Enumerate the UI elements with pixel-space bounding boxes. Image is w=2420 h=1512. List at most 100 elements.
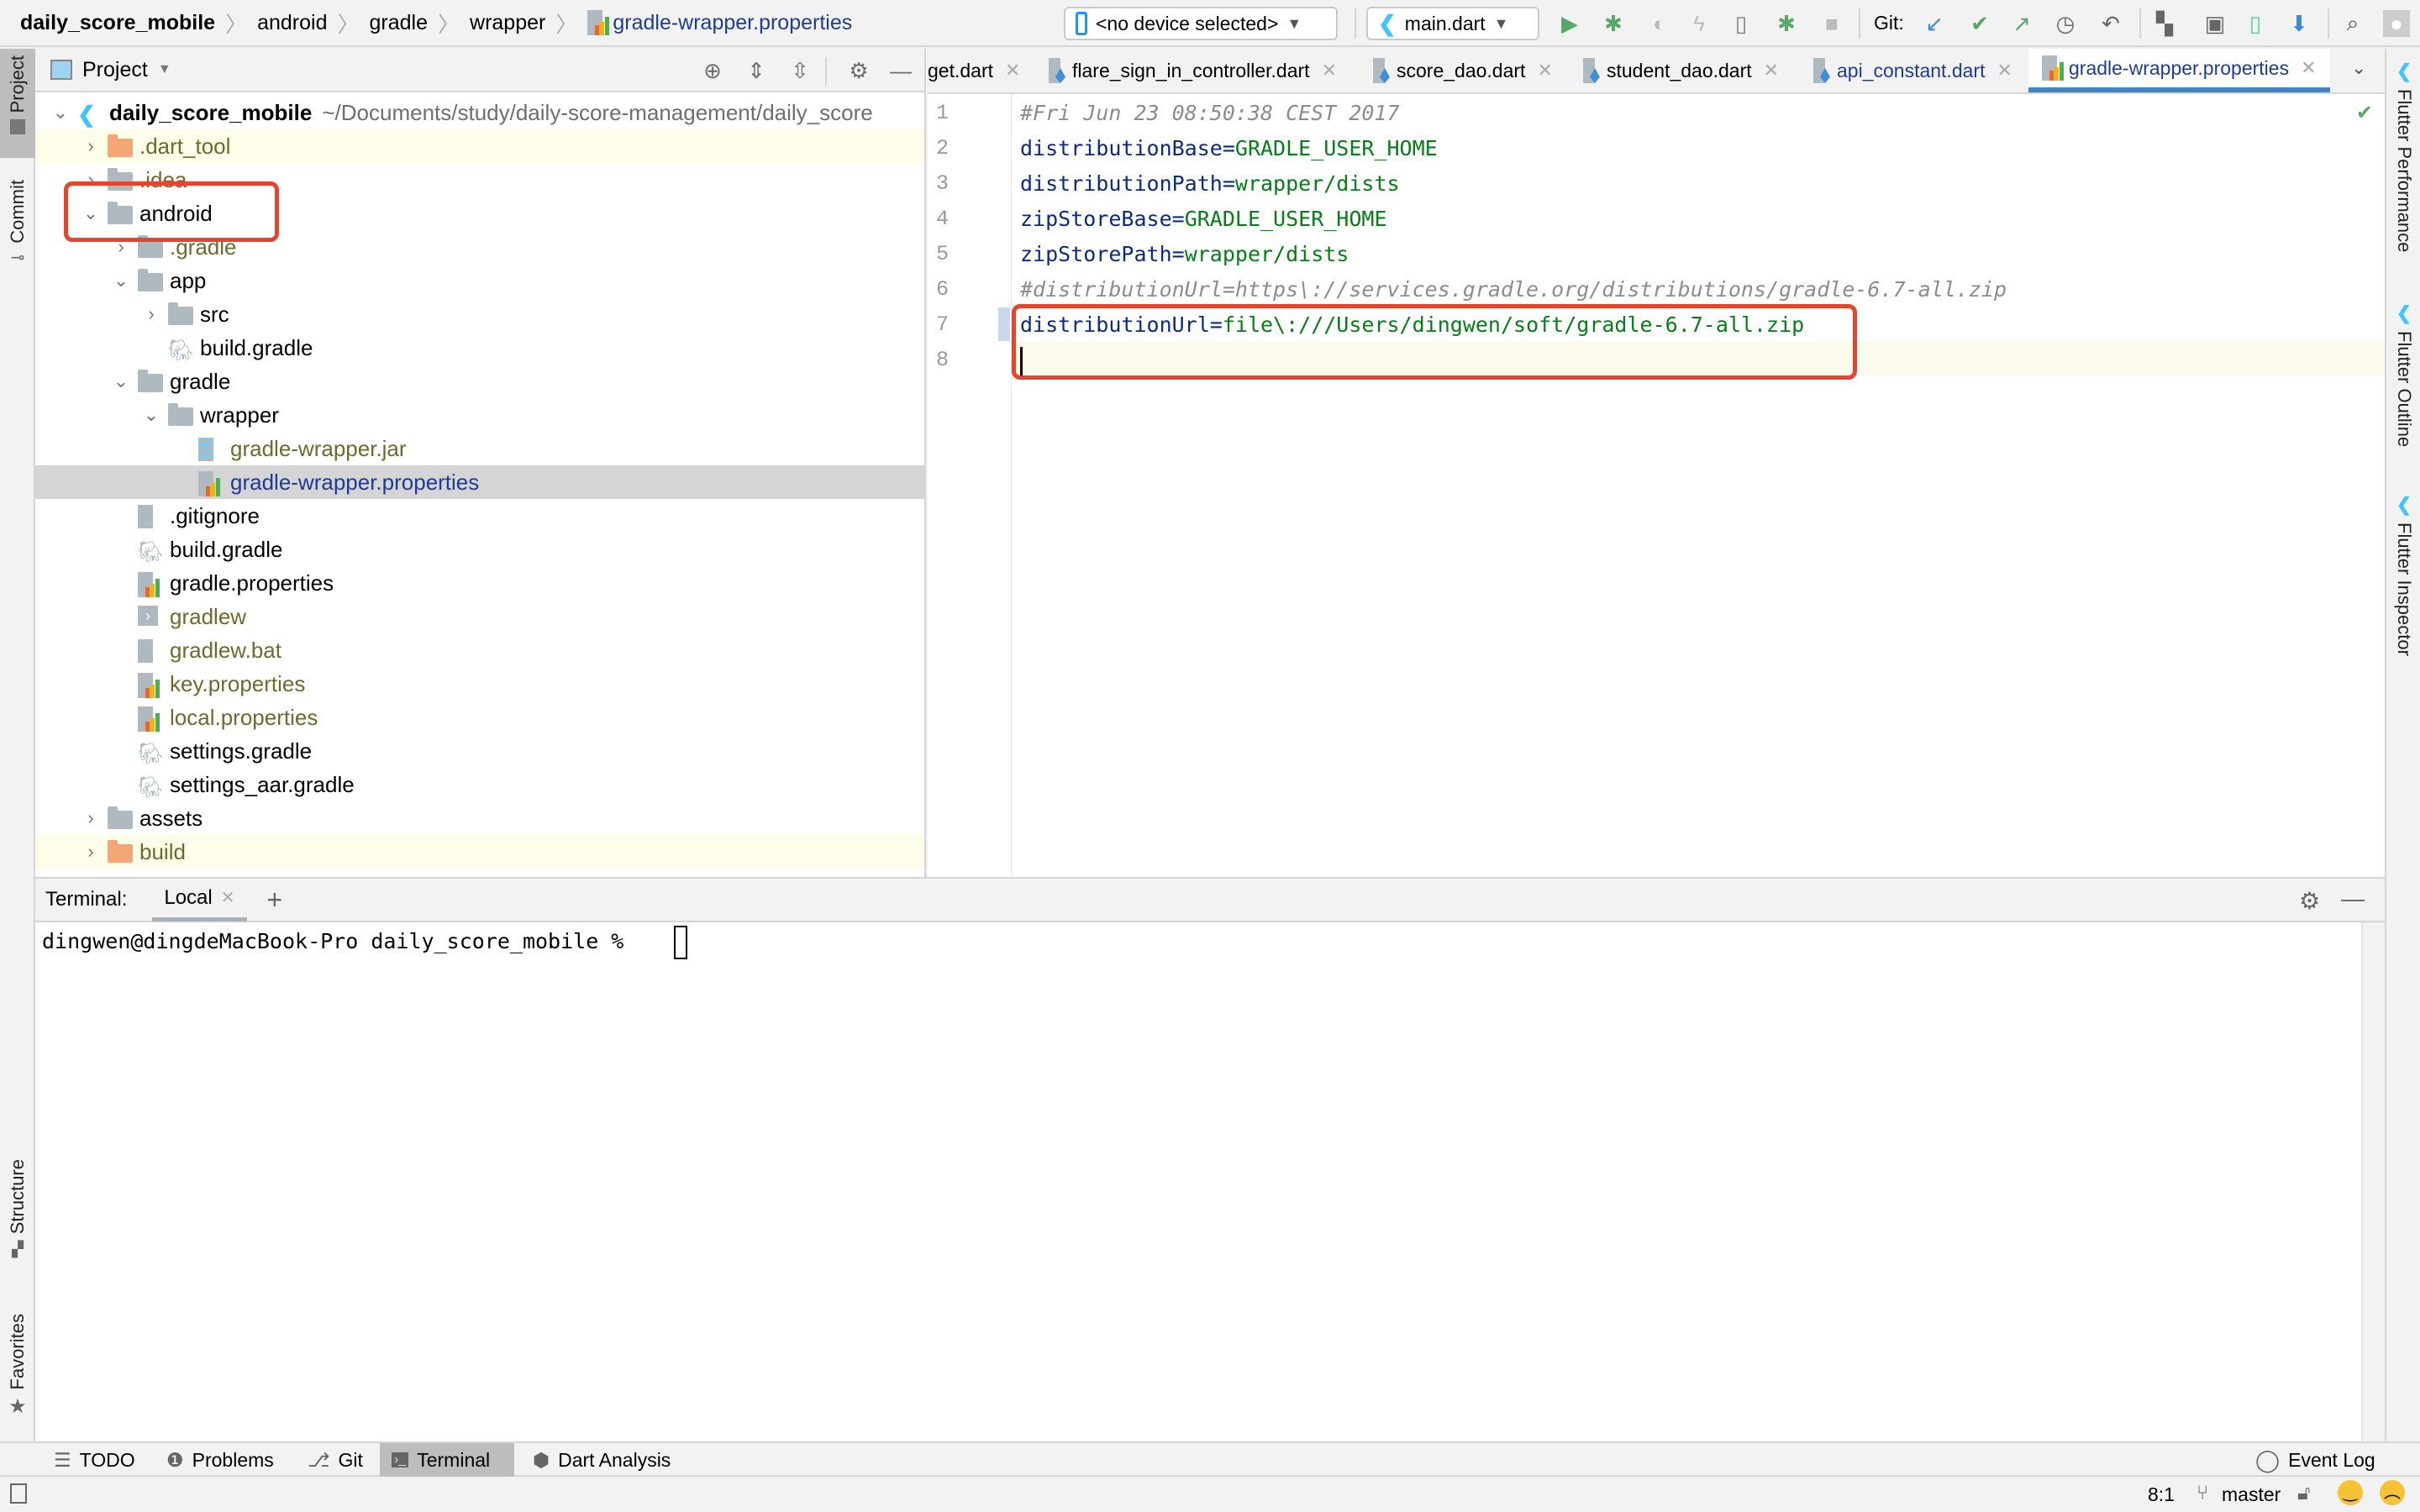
tool-window-dart-analysis[interactable]: ⬢ Dart Analysis <box>521 1443 682 1477</box>
tree-item[interactable]: 🐘︎ build.gradle <box>35 533 924 566</box>
code-line[interactable]: distributionPath=wrapper/dists <box>1020 166 1400 202</box>
lock-icon[interactable]: 🔓︎ <box>2297 1482 2311 1505</box>
stop-icon[interactable]: ■ <box>1818 10 1845 37</box>
breadcrumb-gradle[interactable]: gradle <box>370 11 429 35</box>
device-selector[interactable]: <no device selected> ▼ <box>1064 7 1338 40</box>
tabs-overflow-icon[interactable]: ⌄ <box>2351 57 2366 79</box>
git-push-icon[interactable]: ↗ <box>2008 10 2035 37</box>
tree-item[interactable]: 🐘︎ build.gradle <box>35 331 924 365</box>
tree-item[interactable]: 🐘︎ settings.gradle <box>35 734 924 768</box>
chevron-down-icon[interactable]: ⌄ <box>50 102 71 123</box>
git-branch[interactable]: master <box>2222 1483 2281 1506</box>
editor-tab[interactable]: score_dao.dart ✕ <box>1373 49 1553 92</box>
code-line[interactable]: zipStoreBase=GRADLE_USER_HOME <box>1020 202 1387 237</box>
close-icon[interactable]: ✕ <box>1005 60 1020 81</box>
tree-item[interactable]: ⌄ gradle <box>35 365 924 398</box>
terminal-tab-local[interactable]: Local ✕ <box>152 878 247 921</box>
tool-window-git[interactable]: ⎇ Git <box>296 1443 375 1477</box>
hide-icon[interactable]: — <box>887 57 914 84</box>
chevron-right-icon[interactable]: › <box>81 841 101 863</box>
tool-tab-project[interactable]: Project <box>0 49 35 158</box>
breadcrumb-file[interactable]: gradle-wrapper.properties <box>613 11 852 35</box>
tool-window-terminal[interactable]: ›_ Terminal <box>380 1443 514 1477</box>
tree-item[interactable]: 🐘︎ settings_aar.gradle <box>35 768 924 801</box>
project-view-selector[interactable]: Project <box>82 58 148 82</box>
tree-item[interactable]: › src <box>35 297 924 331</box>
device-manager-icon[interactable]: ▯ <box>1728 10 1754 37</box>
hide-icon[interactable]: — <box>2341 885 2365 912</box>
breadcrumb-android[interactable]: android <box>257 11 327 35</box>
tree-item[interactable]: gradle-wrapper.jar <box>35 432 924 465</box>
chevron-down-icon[interactable]: ⌄ <box>111 370 131 392</box>
changed-line-marker[interactable] <box>998 307 1010 341</box>
debug-attach-icon[interactable]: ✱ <box>1773 10 1800 37</box>
editor-tab[interactable]: get.dart ✕ <box>928 49 1020 92</box>
breadcrumb-wrapper[interactable]: wrapper <box>470 11 545 35</box>
close-icon[interactable]: ✕ <box>1996 60 2012 81</box>
git-commit-icon[interactable]: ✔ <box>1966 10 1993 37</box>
tool-window-problems[interactable]: ❶ Problems <box>155 1443 286 1477</box>
new-terminal-icon[interactable]: + <box>267 885 283 916</box>
close-icon[interactable]: ✕ <box>1764 60 1779 81</box>
tree-item[interactable]: › gradlew <box>35 600 924 633</box>
tree-item[interactable]: › build <box>35 835 924 869</box>
avd-manager-icon[interactable]: ▯ <box>2242 10 2269 37</box>
tool-tab-flutter-outline[interactable]: ❮ Flutter Outline <box>2386 302 2420 447</box>
close-icon[interactable]: ✕ <box>1537 60 1552 81</box>
expand-all-icon[interactable]: ⇕ <box>743 57 770 84</box>
close-icon[interactable]: ✕ <box>1322 60 1337 81</box>
terminal-output[interactable]: dingwen@dingdeMacBook-Pro daily_score_mo… <box>35 922 2361 1443</box>
tree-item[interactable]: .gitignore <box>35 499 924 533</box>
inspection-ok-icon[interactable]: ✔ <box>2356 101 2373 125</box>
tree-item[interactable]: › .dart_tool <box>35 129 924 163</box>
chevron-right-icon[interactable]: › <box>141 303 161 325</box>
hot-reload-icon[interactable]: ϟ <box>1686 10 1712 37</box>
chevron-right-icon[interactable]: › <box>81 135 101 157</box>
tool-tab-structure[interactable]: Structure ▞ <box>0 1159 35 1277</box>
tool-tab-favorites[interactable]: Favorites ★ <box>0 1314 35 1431</box>
locate-icon[interactable]: ⊕ <box>699 57 726 84</box>
editor-tab[interactable]: flare_sign_in_controller.dart ✕ <box>1049 49 1337 92</box>
sad-face-icon[interactable]: ︵ <box>2380 1480 2405 1505</box>
tree-item[interactable]: ⌄ ❮ daily_score_mobile ~/Documents/study/da… <box>35 96 924 129</box>
tool-tab-flutter-inspector[interactable]: ❮ Flutter Inspector <box>2386 494 2420 656</box>
close-icon[interactable]: ✕ <box>2301 57 2316 79</box>
run-config-selector[interactable]: ❮ main.dart ▼ <box>1366 7 1539 40</box>
tool-tab-commit[interactable]: Commit ⊸ <box>0 173 35 282</box>
tool-window-event-log[interactable]: ◯ Event Log <box>2244 1443 2387 1477</box>
close-icon[interactable]: ✕ <box>221 887 235 908</box>
git-rollback-icon[interactable]: ↶ <box>2097 10 2124 37</box>
chevron-down-icon[interactable]: ⌄ <box>141 404 161 426</box>
user-icon[interactable]: ● <box>2383 10 2410 37</box>
code-line[interactable]: distributionBase=GRADLE_USER_HOME <box>1020 131 1438 166</box>
chevron-right-icon[interactable]: › <box>81 807 101 829</box>
project-structure-icon[interactable]: ▚ <box>2151 10 2178 37</box>
debug-icon[interactable]: ✱ <box>1600 10 1627 37</box>
tool-tab-flutter-performance[interactable]: ❮ Flutter Performance <box>2386 60 2420 252</box>
git-update-icon[interactable]: ↙ <box>1921 10 1948 37</box>
tool-window-todo[interactable]: ☰ TODO <box>42 1443 147 1477</box>
tree-item[interactable]: key.properties <box>35 667 924 701</box>
caret-position[interactable]: 8:1 <box>2148 1483 2175 1506</box>
editor-tab[interactable]: student_dao.dart ✕ <box>1583 49 1779 92</box>
chevron-down-icon[interactable]: ⌄ <box>111 270 131 291</box>
editor-tab-active[interactable]: gradle-wrapper.properties ✕ <box>2028 49 2330 92</box>
tree-item[interactable]: local.properties <box>35 701 924 734</box>
run-icon[interactable]: ▶ <box>1556 10 1583 37</box>
tree-item[interactable]: gradle.properties <box>35 566 924 600</box>
toggle-tool-windows-icon[interactable] <box>10 1483 27 1504</box>
gear-icon[interactable]: ⚙ <box>2299 887 2320 915</box>
search-icon[interactable]: ⌕ <box>2339 10 2366 37</box>
tree-item[interactable]: gradlew.bat <box>35 633 924 667</box>
tree-item[interactable]: gradle-wrapper.properties <box>35 465 924 499</box>
attach-icon[interactable]: ◖ <box>1644 10 1670 37</box>
breadcrumb-project[interactable]: daily_score_mobile <box>20 11 215 35</box>
git-history-icon[interactable]: ◷ <box>2052 10 2079 37</box>
gear-icon[interactable]: ⚙ <box>845 57 872 84</box>
flutter-icon[interactable]: ⬇ <box>2286 10 2312 37</box>
happy-face-icon[interactable]: ‿ <box>2338 1480 2363 1505</box>
code-line[interactable]: #Fri Jun 23 08:50:38 CEST 2017 <box>1020 96 1400 131</box>
code-line[interactable]: zipStorePath=wrapper/dists <box>1020 237 1349 272</box>
terminal-scrollbar[interactable] <box>2361 922 2385 1443</box>
editor-tab[interactable]: api_constant.dart ✕ <box>1813 49 2012 92</box>
